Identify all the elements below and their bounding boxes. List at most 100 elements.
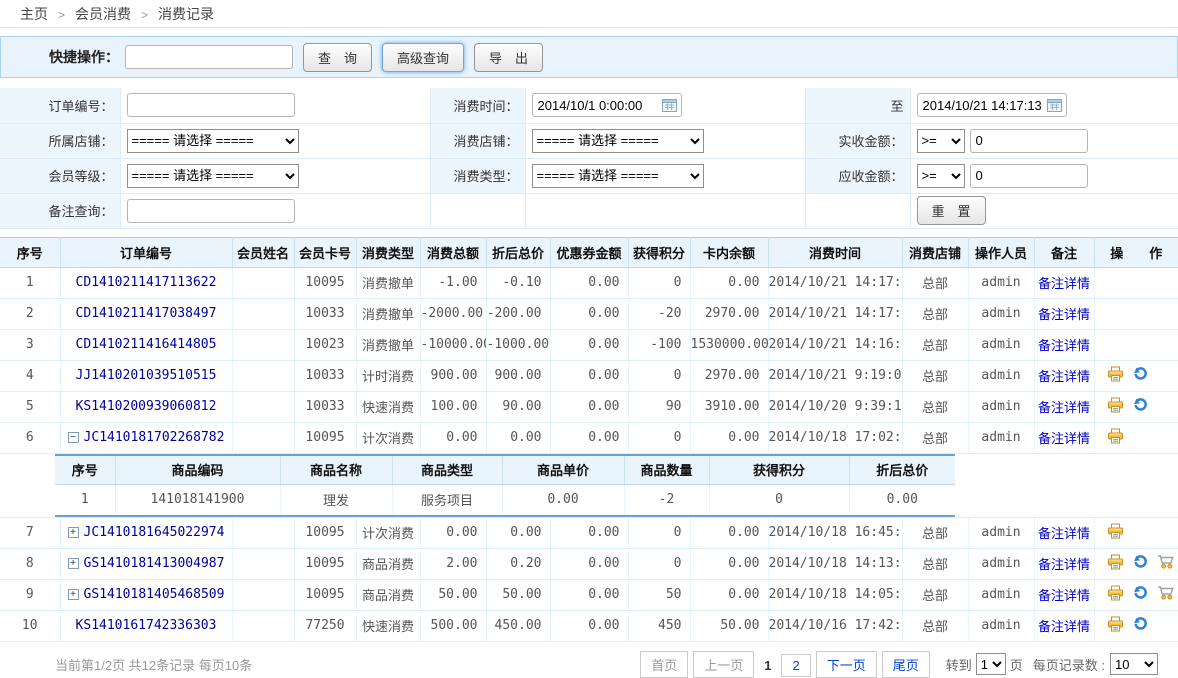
received-amount-input[interactable] (970, 129, 1088, 153)
receivable-amount-operator-select[interactable]: >= (917, 164, 965, 188)
row-actions (1094, 360, 1178, 391)
note-detail-link[interactable]: 备注详情 (1038, 620, 1090, 635)
note-detail-link[interactable]: 备注详情 (1038, 370, 1090, 385)
filter-row-1: 订单编号： 消费时间： 至 (0, 88, 1178, 123)
undo-icon[interactable] (1133, 554, 1148, 573)
note-query-input[interactable] (127, 199, 295, 223)
own-store-select[interactable]: ===== 请选择 ===== (127, 129, 299, 153)
advanced-search-button[interactable]: 高级查询 (382, 43, 464, 72)
row-points-earned: 0 (628, 360, 690, 391)
undo-icon[interactable] (1133, 616, 1148, 635)
row-discounted-price: 900.00 (486, 360, 550, 391)
page-2-link[interactable]: 2 (781, 654, 810, 677)
row-card-no: 10095 (294, 267, 356, 298)
order-number-link[interactable]: CD1410211417113622 (76, 275, 217, 290)
expand-row-icon[interactable]: + (68, 527, 79, 538)
order-number-link[interactable]: GS1410181413004987 (84, 556, 225, 571)
row-card-balance: 0.00 (690, 422, 768, 453)
search-button[interactable]: 查 询 (303, 43, 372, 72)
print-icon[interactable] (1107, 366, 1124, 386)
receivable-amount-input[interactable] (970, 164, 1088, 188)
note-detail-link[interactable]: 备注详情 (1038, 558, 1090, 573)
row-consume-time: 2014/10/21 9:19:09 (768, 360, 902, 391)
collapse-row-icon[interactable]: − (68, 432, 79, 443)
row-discounted-price: -0.10 (486, 267, 550, 298)
consume-type-select[interactable]: ===== 请选择 ===== (532, 164, 704, 188)
row-card-balance: 2970.00 (690, 298, 768, 329)
order-number-link[interactable]: JJ1410201039510515 (76, 368, 217, 383)
breadcrumb-separator: > (58, 8, 65, 22)
expand-row-icon[interactable]: + (68, 589, 79, 600)
row-consume-time: 2014/10/16 17:42:48 (768, 610, 902, 641)
last-page-button[interactable]: 尾页 (882, 651, 930, 678)
subtable-cell: 0.00 (849, 485, 955, 516)
row-actions (1094, 579, 1178, 610)
consume-time-from-input[interactable] (532, 93, 682, 117)
row-discounted-price: -1000.00 (486, 329, 550, 360)
order-number-link[interactable]: JC1410181702268782 (84, 430, 225, 445)
print-icon[interactable] (1107, 616, 1124, 636)
row-card-balance: 0.00 (690, 517, 768, 548)
row-note: 备注详情 (1034, 422, 1094, 453)
consume-time-to-input[interactable] (917, 93, 1067, 117)
print-icon[interactable] (1107, 554, 1124, 574)
row-card-no: 10033 (294, 360, 356, 391)
print-icon[interactable] (1107, 428, 1124, 448)
order-number-link[interactable]: KS1410200939060812 (76, 399, 217, 414)
note-detail-link[interactable]: 备注详情 (1038, 308, 1090, 323)
calendar-icon[interactable] (1047, 98, 1062, 115)
row-operator: admin (968, 267, 1034, 298)
order-number-link[interactable]: CD1410211417038497 (76, 306, 217, 321)
row-discounted-price: 0.00 (486, 422, 550, 453)
order-number-link[interactable]: KS1410161742336303 (76, 618, 217, 633)
cart-icon[interactable] (1157, 585, 1175, 604)
undo-icon[interactable] (1133, 366, 1148, 385)
cart-icon[interactable] (1157, 554, 1175, 573)
order-number-link[interactable]: JC1410181645022974 (84, 525, 225, 540)
note-detail-link[interactable]: 备注详情 (1038, 339, 1090, 354)
breadcrumb-member-consume[interactable]: 会员消费 (75, 6, 131, 22)
expand-row-icon[interactable]: + (68, 558, 79, 569)
note-detail-link[interactable]: 备注详情 (1038, 527, 1090, 542)
per-page-label: 每页记录数 : (1033, 655, 1105, 674)
consume-store-select[interactable]: ===== 请选择 ===== (532, 129, 704, 153)
row-note: 备注详情 (1034, 267, 1094, 298)
reset-button[interactable]: 重 置 (917, 196, 986, 225)
row-order-no: + GS1410181413004987 (60, 548, 232, 579)
per-page-select[interactable]: 10 (1110, 653, 1158, 675)
row-coupon-amount: 0.00 (550, 267, 628, 298)
breadcrumb-home[interactable]: 主页 (20, 6, 48, 22)
row-actions (1094, 610, 1178, 641)
print-icon[interactable] (1107, 585, 1124, 605)
received-amount-operator-select[interactable]: >= (917, 129, 965, 153)
row-operator: admin (968, 548, 1034, 579)
row-seq: 3 (0, 329, 60, 360)
undo-icon[interactable] (1133, 397, 1148, 416)
quick-search-input[interactable] (125, 45, 293, 69)
goto-page-select[interactable]: 1 (976, 653, 1006, 675)
member-level-select[interactable]: ===== 请选择 ===== (127, 164, 299, 188)
print-icon[interactable] (1107, 397, 1124, 417)
undo-icon[interactable] (1133, 585, 1148, 604)
calendar-icon[interactable] (662, 98, 677, 115)
print-icon[interactable] (1107, 523, 1124, 543)
note-detail-link[interactable]: 备注详情 (1038, 277, 1090, 292)
row-note: 备注详情 (1034, 360, 1094, 391)
breadcrumb: 主页>会员消费>消费记录 (0, 0, 1178, 28)
export-button[interactable]: 导 出 (474, 43, 543, 72)
row-points-earned: 90 (628, 391, 690, 422)
row-consume-time: 2014/10/18 14:05:46 (768, 579, 902, 610)
breadcrumb-consume-records[interactable]: 消费记录 (158, 6, 214, 22)
pagination-controls: 首页上一页12下一页尾页 (635, 651, 930, 678)
order-number-link[interactable]: CD1410211416414805 (76, 337, 217, 352)
note-detail-link[interactable]: 备注详情 (1038, 401, 1090, 416)
note-detail-link[interactable]: 备注详情 (1038, 432, 1090, 447)
note-detail-link[interactable]: 备注详情 (1038, 589, 1090, 604)
order-number-link[interactable]: GS1410181405468509 (84, 587, 225, 602)
row-consume-type: 商品消费 (356, 548, 420, 579)
row-store: 总部 (902, 548, 968, 579)
order-no-input[interactable] (127, 93, 295, 117)
subtable-header-cell: 商品类型 (392, 455, 502, 485)
next-page-button[interactable]: 下一页 (816, 651, 877, 678)
row-consume-time: 2014/10/20 9:39:16 (768, 391, 902, 422)
